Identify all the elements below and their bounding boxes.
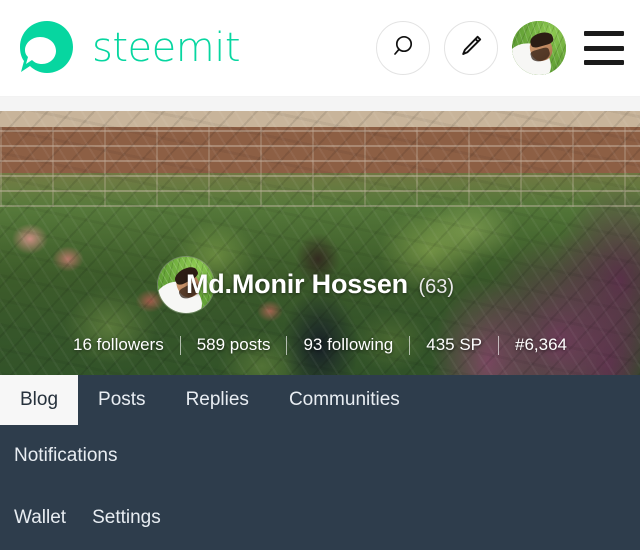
brand-home-link[interactable]: steemit	[16, 17, 241, 79]
page-bottom-edge	[0, 550, 640, 556]
tab-communities-label: Communities	[288, 389, 400, 410]
tab-blog-label: Blog	[20, 389, 59, 410]
steemit-logo-icon	[16, 17, 78, 79]
tab-replies-label: Replies	[185, 389, 249, 410]
profile-cover: Md.Monir Hossen (63) 16 followers 589 po…	[0, 111, 640, 375]
create-post-button[interactable]	[444, 21, 498, 75]
stat-following[interactable]: 93 following	[287, 335, 409, 355]
tab-posts[interactable]: Posts	[78, 375, 166, 425]
stat-posts[interactable]: 589 posts	[181, 335, 287, 355]
profile-tabs: Blog Posts Replies Communities	[0, 375, 640, 425]
header-actions	[376, 21, 628, 75]
hamburger-menu-icon[interactable]	[584, 31, 624, 65]
header-divider	[0, 97, 640, 111]
stat-rank[interactable]: #6,364	[499, 335, 583, 355]
site-header: steemit	[0, 0, 640, 97]
page-title: Md.Monir Hossen	[185, 269, 408, 299]
profile-stats: 16 followers 589 posts 93 following 435 …	[0, 335, 640, 355]
search-button[interactable]	[376, 21, 430, 75]
tab-communities[interactable]: Communities	[269, 375, 420, 425]
tab-posts-label: Posts	[98, 389, 146, 410]
pencil-icon	[458, 33, 484, 64]
profile-name-row: Md.Monir Hossen (63)	[0, 269, 640, 300]
nav-link-wallet[interactable]: Wallet	[14, 507, 66, 529]
reputation-badge: (63)	[418, 276, 455, 298]
profile-nav-links: Notifications Wallet Settings	[0, 425, 640, 549]
nav-row-secondary: Wallet Settings	[0, 487, 640, 549]
profile-nav-panel: Blog Posts Replies Communities Notificat…	[0, 375, 640, 550]
stat-steem-power[interactable]: 435 SP	[410, 335, 498, 355]
steemit-profile-page: steemit Md.Monir Hossen (63) 16 follower…	[0, 0, 640, 556]
nav-link-notifications[interactable]: Notifications	[14, 445, 118, 467]
tab-blog[interactable]: Blog	[0, 375, 79, 425]
avatar-icon	[512, 21, 566, 75]
user-avatar[interactable]	[512, 21, 566, 75]
tab-replies[interactable]: Replies	[166, 375, 269, 425]
nav-link-settings[interactable]: Settings	[92, 507, 161, 529]
brand-name: steemit	[92, 25, 241, 71]
stat-followers[interactable]: 16 followers	[57, 335, 180, 355]
nav-row-primary: Notifications	[0, 425, 640, 487]
search-icon	[390, 33, 416, 64]
